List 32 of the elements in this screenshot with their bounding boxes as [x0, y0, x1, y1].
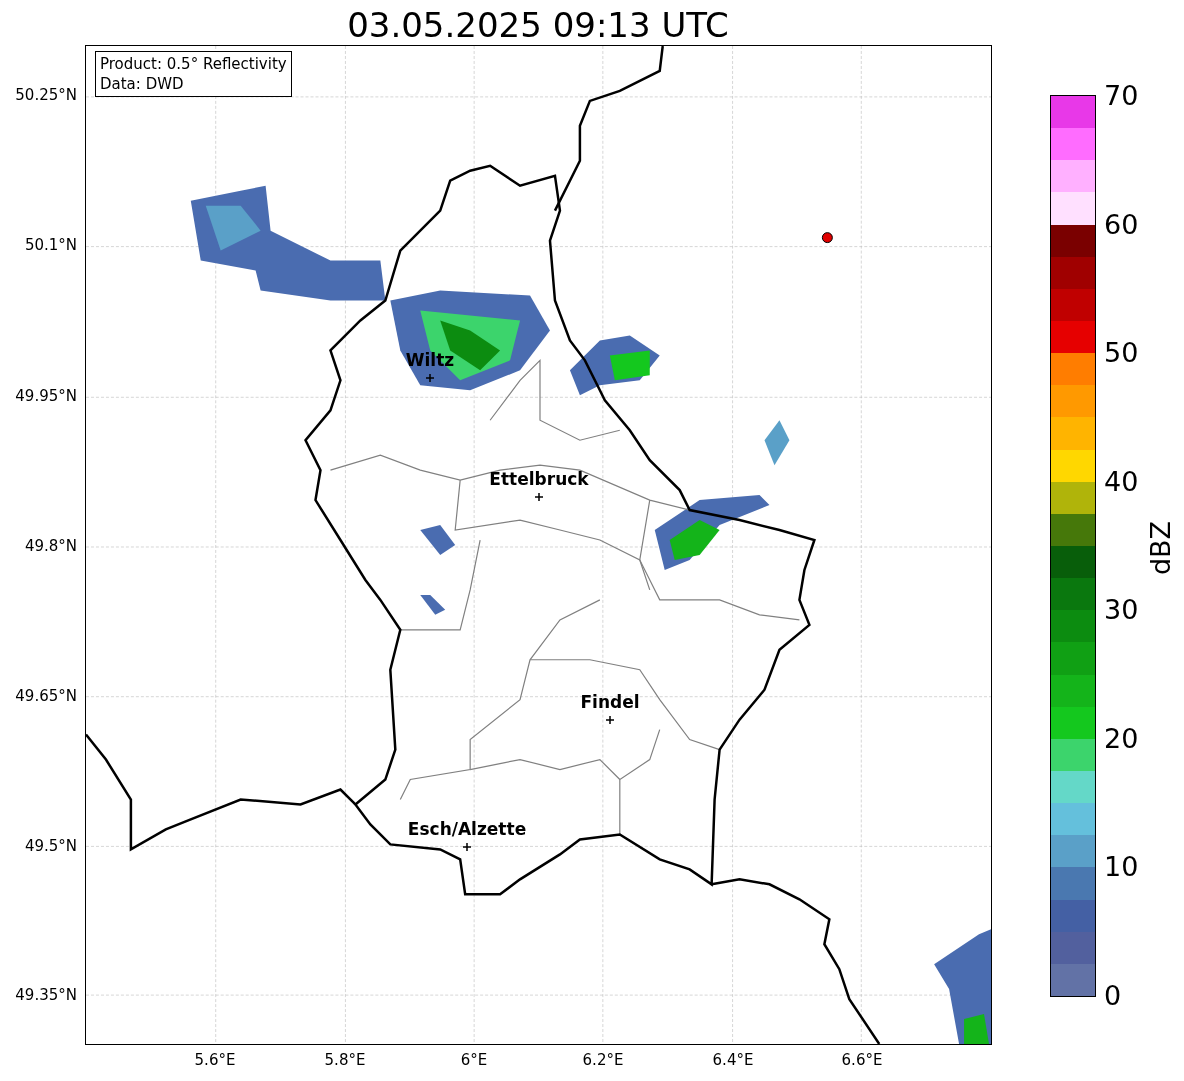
- colorbar-tick-label: 0: [1104, 982, 1122, 1009]
- city-label: Ettelbruck: [489, 471, 589, 488]
- axis-tick-label: 6°E: [460, 1053, 488, 1068]
- axis-tick-label: 50.1°N: [24, 238, 77, 253]
- colorbar-label: dBZ: [1146, 520, 1174, 576]
- colorbar-tick-label: 20: [1104, 724, 1139, 752]
- axis-tick-label: 49.8°N: [24, 539, 77, 554]
- colorbar-tick-label: 70: [1104, 82, 1139, 109]
- axis-tick-label: 49.35°N: [15, 988, 77, 1003]
- axis-tick-label: 6.4°E: [712, 1053, 754, 1068]
- colorbar-tick-label: 30: [1104, 596, 1139, 624]
- colorbar-tick-label: 40: [1104, 467, 1139, 495]
- colorbar-tick-label: 60: [1104, 210, 1139, 238]
- axis-tick-label: 50.25°N: [15, 88, 77, 103]
- axis-tick-label: 5.6°E: [194, 1053, 236, 1068]
- city-label: Esch/Alzette: [407, 821, 527, 838]
- info-text: Data: DWD: [100, 74, 185, 94]
- axis-tick-label: 49.65°N: [15, 689, 77, 704]
- axis-tick-label: 6.2°E: [582, 1053, 624, 1068]
- city-label: Findel: [580, 694, 640, 711]
- axis-tick-label: 5.8°E: [324, 1053, 366, 1068]
- axis-tick-label: 49.95°N: [15, 389, 77, 404]
- city-marker-icon: [426, 374, 434, 382]
- axis-tick-label: 6.6°E: [841, 1053, 883, 1068]
- city-marker-icon: [463, 843, 471, 851]
- chart-title: 03.05.2025 09:13 UTC: [347, 8, 729, 42]
- city-marker-icon: [606, 716, 614, 724]
- axis-tick-label: 49.5°N: [24, 839, 77, 854]
- info-text: Product: 0.5° Reflectivity: [100, 54, 287, 74]
- city-marker-icon: [535, 493, 543, 501]
- colorbar-tick-label: 50: [1104, 339, 1139, 367]
- colorbar-tick-label: 10: [1104, 853, 1139, 881]
